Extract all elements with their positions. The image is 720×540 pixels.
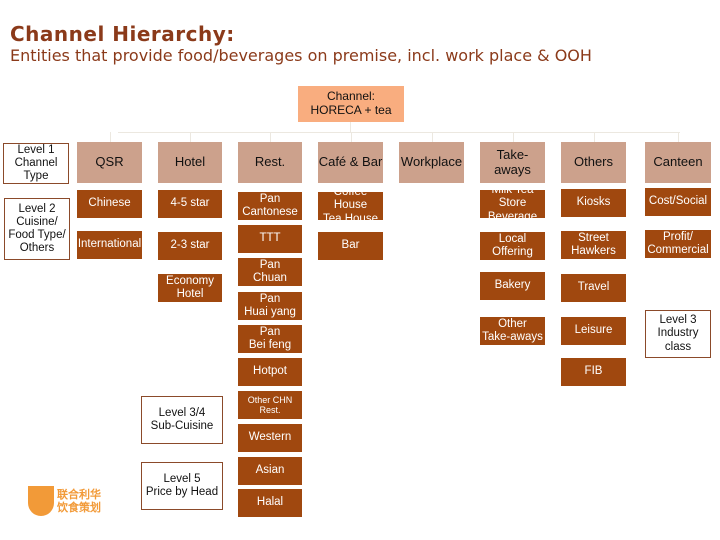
unilever-logo: 联合利华 饮食策划 xyxy=(28,486,101,516)
level2-node: Chinese xyxy=(77,190,142,218)
connector-horizontal xyxy=(118,132,680,133)
logo-line1: 联合利华 xyxy=(57,487,101,501)
level2-node: Asian xyxy=(238,457,302,485)
level2-node: Economy Hotel xyxy=(158,274,222,302)
level2-node: Halal xyxy=(238,489,302,517)
page-title: Channel Hierarchy: xyxy=(10,22,235,46)
level2-node: Bakery xyxy=(480,272,545,300)
level1-node: Others xyxy=(561,142,626,183)
level1-node: Hotel xyxy=(158,142,222,183)
level1-node: Café & Bar xyxy=(318,142,383,183)
level2-node: 4-5 star xyxy=(158,190,222,218)
level2-node: Milk Tea Store Beverage xyxy=(480,190,545,218)
level2-node: Western xyxy=(238,424,302,452)
legend-level1: Level 1 Channel Type xyxy=(3,143,69,184)
logo-line2: 饮食策划 xyxy=(57,501,101,514)
level2-node: 2-3 star xyxy=(158,232,222,260)
page-subtitle: Entities that provide food/beverages on … xyxy=(10,46,592,65)
connector-vertical xyxy=(190,132,191,142)
connector-vertical xyxy=(431,132,433,142)
level2-node: Other Take-aways xyxy=(480,317,545,345)
level2-node: Street Hawkers xyxy=(561,231,626,259)
level1-node: Rest. xyxy=(238,142,302,183)
level1-node: Workplace xyxy=(399,142,464,183)
level2-node: Pan Cantonese xyxy=(238,192,302,220)
level1-node: Take- aways xyxy=(480,142,545,183)
level1-node: QSR xyxy=(77,142,142,183)
level2-node: Cost/Social xyxy=(645,188,711,216)
connector-vertical xyxy=(350,132,352,142)
level2-node: Pan Chuan xyxy=(238,258,302,286)
level2-node: Travel xyxy=(561,274,626,302)
u-logo-icon xyxy=(28,486,54,516)
connector-vertical xyxy=(678,132,679,142)
level2-node: TTT xyxy=(238,225,302,253)
level2-node: Coffee House Tea House xyxy=(318,192,383,220)
connector-vertical xyxy=(270,132,271,142)
level2-node: Local Offering xyxy=(480,232,545,260)
level2-node: Pan Bei feng xyxy=(238,325,302,353)
logo-text: 联合利华 饮食策划 xyxy=(57,488,101,514)
connector-vertical xyxy=(593,132,595,142)
connector-vertical xyxy=(109,132,111,142)
legend-level34: Level 3/4 Sub-Cuisine xyxy=(141,396,223,444)
root-node: Channel: HORECA + tea xyxy=(298,86,404,122)
level2-node: Leisure xyxy=(561,317,626,345)
level2-node: International xyxy=(77,231,142,259)
connector-vertical xyxy=(512,132,514,142)
level2-node: Hotpot xyxy=(238,358,302,386)
level2-node: Other CHN Rest. xyxy=(238,391,302,419)
level2-node: Pan Huai yang xyxy=(238,292,302,320)
level2-node: Kiosks xyxy=(561,189,626,217)
level2-node: FIB xyxy=(561,358,626,386)
level2-node: Profit/ Commercial xyxy=(645,230,711,258)
level2-node: Bar xyxy=(318,232,383,260)
legend-level5: Level 5 Price by Head xyxy=(141,462,223,510)
legend-level3: Level 3 Industry class xyxy=(645,310,711,358)
level1-node: Canteen xyxy=(645,142,711,183)
legend-level2: Level 2 Cuisine/ Food Type/ Others xyxy=(4,198,70,260)
